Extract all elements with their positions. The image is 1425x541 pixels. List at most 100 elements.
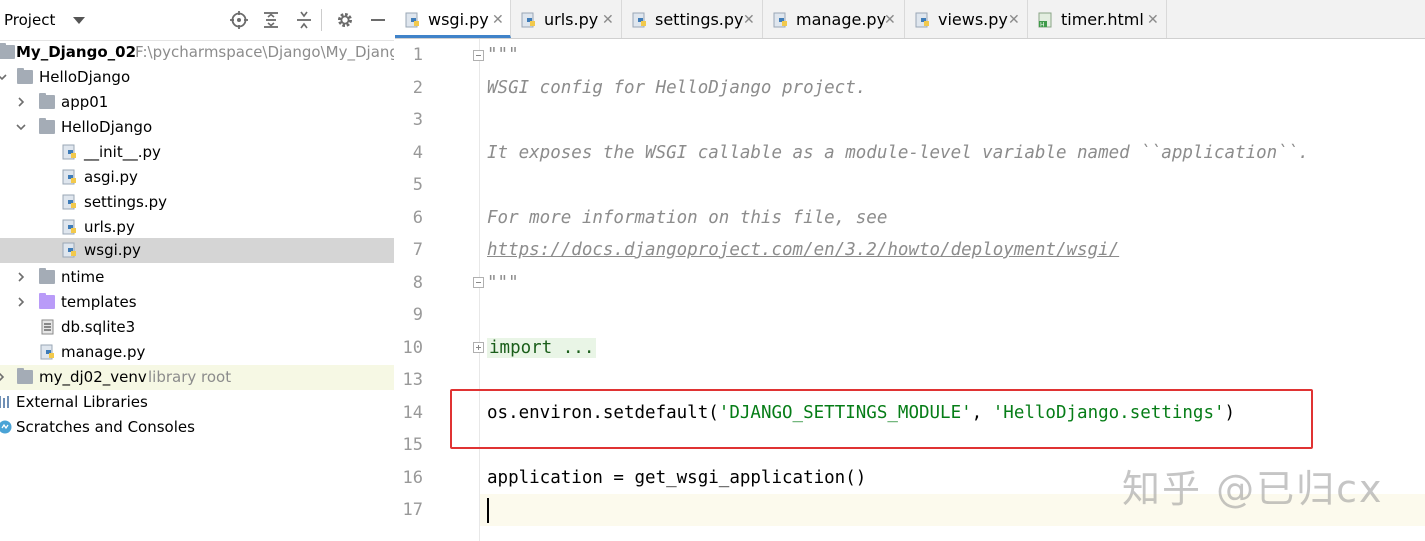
- tree-item-label: ntime: [61, 268, 105, 286]
- tree-item-label: urls.py: [84, 218, 135, 236]
- chevron-right-icon[interactable]: [16, 97, 26, 107]
- tree-item-urls-py[interactable]: urls.py: [0, 215, 394, 240]
- code-line-4[interactable]: It exposes the WSGI callable as a module…: [487, 137, 1309, 169]
- folded-import[interactable]: import ...: [487, 338, 597, 358]
- tree-item-label: HelloDjango: [39, 68, 131, 86]
- python-file-icon: [521, 12, 535, 28]
- collapse-all-icon[interactable]: [294, 10, 314, 30]
- line-number: 2: [412, 78, 423, 98]
- close-icon[interactable]: ✕: [602, 0, 614, 40]
- line-number: 4: [412, 143, 423, 163]
- tab-label: wsgi.py: [428, 10, 489, 29]
- database-file-icon: [41, 319, 54, 335]
- tree-item-settings-py[interactable]: settings.py: [0, 190, 394, 215]
- code-line-10[interactable]: import ...: [487, 332, 597, 364]
- templates-folder-icon: [39, 293, 55, 309]
- code-line-1[interactable]: """: [487, 39, 519, 71]
- python-file-icon: [62, 144, 76, 160]
- tree-item-scratches[interactable]: Scratches and Consoles: [0, 415, 394, 440]
- tree-item-external-libraries[interactable]: External Libraries: [0, 390, 394, 415]
- fold-expand-marker[interactable]: [473, 342, 484, 353]
- locate-icon[interactable]: [229, 10, 249, 30]
- tree-item-label: templates: [61, 293, 137, 311]
- toolbar-divider: [321, 9, 322, 31]
- tab-urls-py[interactable]: urls.py ✕: [511, 0, 622, 38]
- tree-item-manage-py[interactable]: manage.py: [0, 340, 394, 365]
- tree-item-db-sqlite3[interactable]: db.sqlite3: [0, 315, 394, 340]
- tree-item-hellodjango-package[interactable]: HelloDjango: [0, 115, 394, 140]
- watermark: 知乎 @已归cx: [1122, 467, 1384, 511]
- tab-timer-html[interactable]: H timer.html ✕: [1028, 0, 1167, 38]
- chevron-right-icon[interactable]: [0, 372, 6, 382]
- tree-item-label: My_Django_02: [16, 43, 137, 61]
- gutter-divider: [479, 39, 480, 541]
- close-icon[interactable]: ✕: [743, 0, 755, 40]
- close-icon[interactable]: ✕: [884, 0, 896, 40]
- tree-item-label: app01: [61, 93, 109, 111]
- tree-item-ntime[interactable]: ntime: [0, 265, 394, 290]
- code-line-6[interactable]: For more information on this file, see: [487, 202, 887, 234]
- python-file-icon: [62, 242, 76, 258]
- tree-item-label: settings.py: [84, 193, 167, 211]
- editor-tab-bar: wsgi.py ✕ urls.py ✕ settings.py ✕ manage…: [395, 0, 1425, 39]
- line-number: 10: [402, 338, 423, 358]
- chevron-right-icon[interactable]: [16, 272, 26, 282]
- tab-label: timer.html: [1061, 10, 1144, 29]
- tab-label: views.py: [938, 10, 1008, 29]
- tab-label: manage.py: [796, 10, 887, 29]
- tree-item-label: wsgi.py: [84, 241, 141, 259]
- html-file-icon: H: [1038, 12, 1052, 28]
- tree-item-hellodjango[interactable]: HelloDjango: [0, 65, 394, 90]
- line-number: 1: [412, 45, 423, 65]
- project-toolbar: Project: [0, 0, 394, 41]
- close-icon[interactable]: ✕: [1008, 0, 1020, 40]
- package-folder-icon: [39, 268, 55, 284]
- gear-icon[interactable]: [335, 10, 355, 30]
- tree-item-label: __init__.py: [84, 143, 161, 161]
- line-number: 8: [412, 273, 423, 293]
- tree-item-venv[interactable]: my_dj02_venv library root: [0, 365, 394, 390]
- tab-wsgi-py[interactable]: wsgi.py ✕: [395, 0, 511, 38]
- tree-item-templates[interactable]: templates: [0, 290, 394, 315]
- tree-item-init-py[interactable]: __init__.py: [0, 140, 394, 165]
- python-file-icon: [62, 194, 76, 210]
- fold-marker[interactable]: [473, 277, 484, 288]
- tree-item-app01[interactable]: app01: [0, 90, 394, 115]
- python-file-icon: [40, 344, 54, 360]
- chevron-down-icon[interactable]: [16, 122, 26, 132]
- tree-item-label: my_dj02_venv: [39, 368, 147, 386]
- code-line-8[interactable]: """: [487, 267, 519, 299]
- text-caret: [487, 498, 489, 523]
- tree-item-label: manage.py: [61, 343, 146, 361]
- tree-item-label: External Libraries: [16, 393, 148, 411]
- python-file-icon: [632, 12, 646, 28]
- chevron-down-icon[interactable]: [73, 17, 85, 24]
- python-file-icon: [915, 12, 929, 28]
- tree-item-project-root[interactable]: My_Django_02 F:\pycharmspace\Django\My_D…: [0, 40, 394, 65]
- tab-settings-py[interactable]: settings.py ✕: [622, 0, 763, 38]
- close-icon[interactable]: ✕: [492, 0, 504, 40]
- folder-icon: [0, 43, 15, 59]
- project-view-title[interactable]: Project: [4, 11, 55, 29]
- code-line-16[interactable]: application = get_wsgi_application(): [487, 462, 866, 494]
- chevron-right-icon[interactable]: [16, 297, 26, 307]
- line-number: 9: [412, 305, 423, 325]
- tab-views-py[interactable]: views.py ✕: [905, 0, 1028, 38]
- tree-item-wsgi-py[interactable]: wsgi.py: [0, 238, 394, 263]
- fold-marker[interactable]: [473, 50, 484, 61]
- line-number: 17: [402, 500, 423, 520]
- minimize-icon[interactable]: [368, 10, 388, 30]
- code-line-2[interactable]: WSGI config for HelloDjango project.: [487, 72, 866, 104]
- python-file-icon: [773, 12, 787, 28]
- expand-all-icon[interactable]: [261, 10, 281, 30]
- library-icon: [0, 396, 9, 408]
- close-icon[interactable]: ✕: [1147, 0, 1159, 40]
- chevron-down-icon[interactable]: [0, 72, 7, 82]
- tree-item-asgi-py[interactable]: asgi.py: [0, 165, 394, 190]
- python-file-icon: [62, 169, 76, 185]
- line-number: 6: [412, 208, 423, 228]
- red-highlight-box: [450, 389, 1313, 449]
- tab-manage-py[interactable]: manage.py ✕: [763, 0, 905, 38]
- code-line-7-link[interactable]: https://docs.djangoproject.com/en/3.2/ho…: [487, 234, 1119, 266]
- project-path: F:\pycharmspace\Django\My_Djang: [135, 43, 394, 61]
